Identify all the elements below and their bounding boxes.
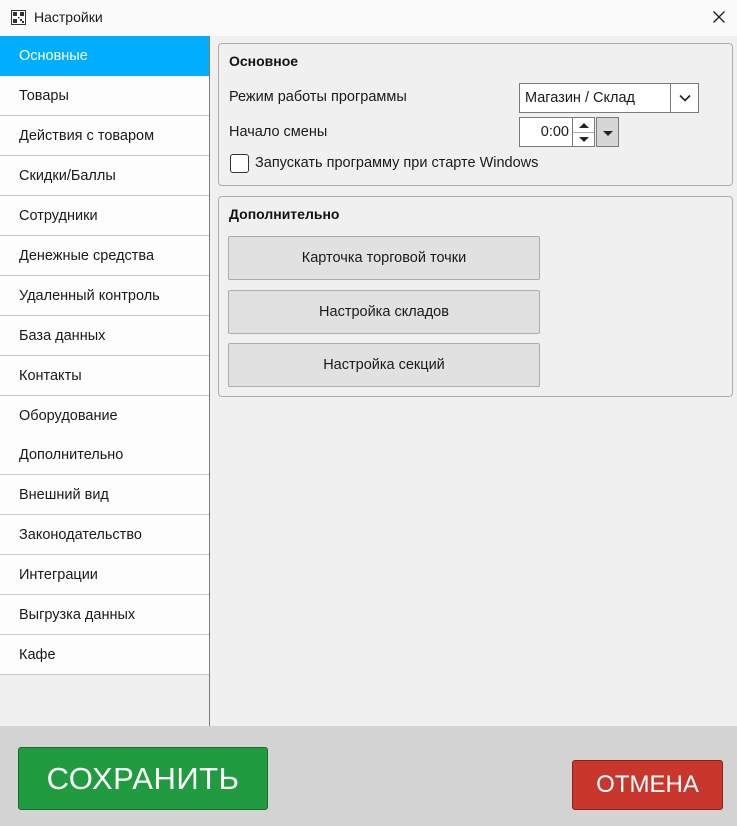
sidebar-item-legislation[interactable]: Законодательство [0, 515, 209, 555]
cancel-button[interactable]: ОТМЕНА [572, 760, 723, 810]
sidebar-item-cafe[interactable]: Кафе [0, 635, 209, 675]
mode-select-value: Магазин / Склад [525, 90, 635, 106]
sidebar-item-database[interactable]: База данных [0, 316, 209, 356]
sidebar-item-data-export[interactable]: Выгрузка данных [0, 595, 209, 635]
section-settings-button[interactable]: Настройка секций [228, 343, 540, 387]
settings-sidebar: Основные Товары Действия с товаром Скидк… [0, 36, 210, 726]
sidebar-item-label: Контакты [19, 367, 82, 384]
sidebar-item-discounts[interactable]: Скидки/Баллы [0, 156, 209, 196]
save-button[interactable]: СОХРАНИТЬ [18, 747, 268, 810]
sidebar-item-basic[interactable]: Основные [0, 36, 209, 76]
store-card-button[interactable]: Карточка торговой точки [228, 236, 540, 280]
window-title: Настройки [34, 9, 103, 25]
additional-settings-group: Дополнительно Карточка торговой точки На… [218, 196, 733, 397]
sidebar-item-label: Дополнительно [19, 446, 124, 463]
sidebar-item-goods[interactable]: Товары [0, 76, 209, 116]
settings-content: Основное Режим работы программы Магазин … [210, 36, 737, 726]
mode-label: Режим работы программы [229, 89, 407, 105]
sidebar-item-money[interactable]: Денежные средства [0, 236, 209, 276]
sidebar-item-appearance[interactable]: Внешний вид [0, 475, 209, 515]
sidebar-item-integrations[interactable]: Интеграции [0, 555, 209, 595]
sidebar-item-remote-control[interactable]: Удаленный контроль [0, 276, 209, 316]
sidebar-item-label: Скидки/Баллы [19, 167, 116, 184]
sidebar-item-goods-actions[interactable]: Действия с товаром [0, 116, 209, 156]
sidebar-item-employees[interactable]: Сотрудники [0, 196, 209, 236]
shift-start-dropdown-button[interactable] [596, 117, 619, 147]
chevron-down-icon[interactable] [670, 84, 698, 112]
sidebar-item-label: Действия с товаром [19, 127, 155, 144]
basic-settings-group: Основное Режим работы программы Магазин … [218, 43, 733, 186]
save-button-label: СОХРАНИТЬ [46, 760, 240, 796]
sidebar-item-equipment[interactable]: Оборудование [0, 396, 209, 436]
close-button[interactable] [700, 0, 737, 36]
spin-down-icon[interactable] [573, 132, 594, 146]
shift-start-label: Начало смены [229, 124, 328, 140]
footer-bar: СОХРАНИТЬ ОТМЕНА [0, 726, 737, 826]
sidebar-item-label: Оборудование [19, 407, 118, 424]
shift-start-spinner [573, 117, 595, 147]
sidebar-item-label: Внешний вид [19, 486, 109, 503]
sidebar-item-label: Законодательство [19, 526, 142, 543]
shift-start-value: 0:00 [540, 124, 569, 140]
additional-group-title: Дополнительно [229, 206, 340, 222]
sidebar-item-label: Сотрудники [19, 207, 98, 224]
spin-up-icon[interactable] [573, 118, 594, 132]
warehouse-settings-button-label: Настройка складов [319, 304, 449, 320]
sidebar-item-additional[interactable]: Дополнительно [0, 435, 209, 475]
autostart-checkbox[interactable] [230, 154, 249, 173]
close-icon [712, 10, 726, 27]
sidebar-item-label: Денежные средства [19, 247, 155, 264]
sidebar-item-contacts[interactable]: Контакты [0, 356, 209, 396]
sidebar-item-label: Выгрузка данных [19, 606, 136, 623]
sidebar-item-label: База данных [19, 327, 106, 344]
store-card-button-label: Карточка торговой точки [301, 250, 467, 266]
basic-group-title: Основное [229, 53, 299, 69]
sidebar-item-label: Основные [19, 47, 88, 64]
sidebar-item-label: Удаленный контроль [19, 287, 160, 304]
section-settings-button-label: Настройка секций [323, 357, 445, 373]
sidebar-item-label: Интеграции [19, 566, 98, 583]
sidebar-item-label: Товары [19, 87, 69, 104]
autostart-label[interactable]: Запускать программу при старте Windows [255, 155, 538, 171]
mode-select[interactable]: Магазин / Склад [519, 83, 699, 113]
warehouse-settings-button[interactable]: Настройка складов [228, 290, 540, 334]
title-bar: Настройки [0, 0, 737, 36]
sidebar-item-label: Кафе [19, 646, 56, 663]
qr-code-icon [11, 10, 26, 25]
cancel-button-label: ОТМЕНА [596, 771, 699, 798]
caret-down-icon [602, 124, 614, 140]
shift-start-input[interactable]: 0:00 [519, 117, 573, 147]
